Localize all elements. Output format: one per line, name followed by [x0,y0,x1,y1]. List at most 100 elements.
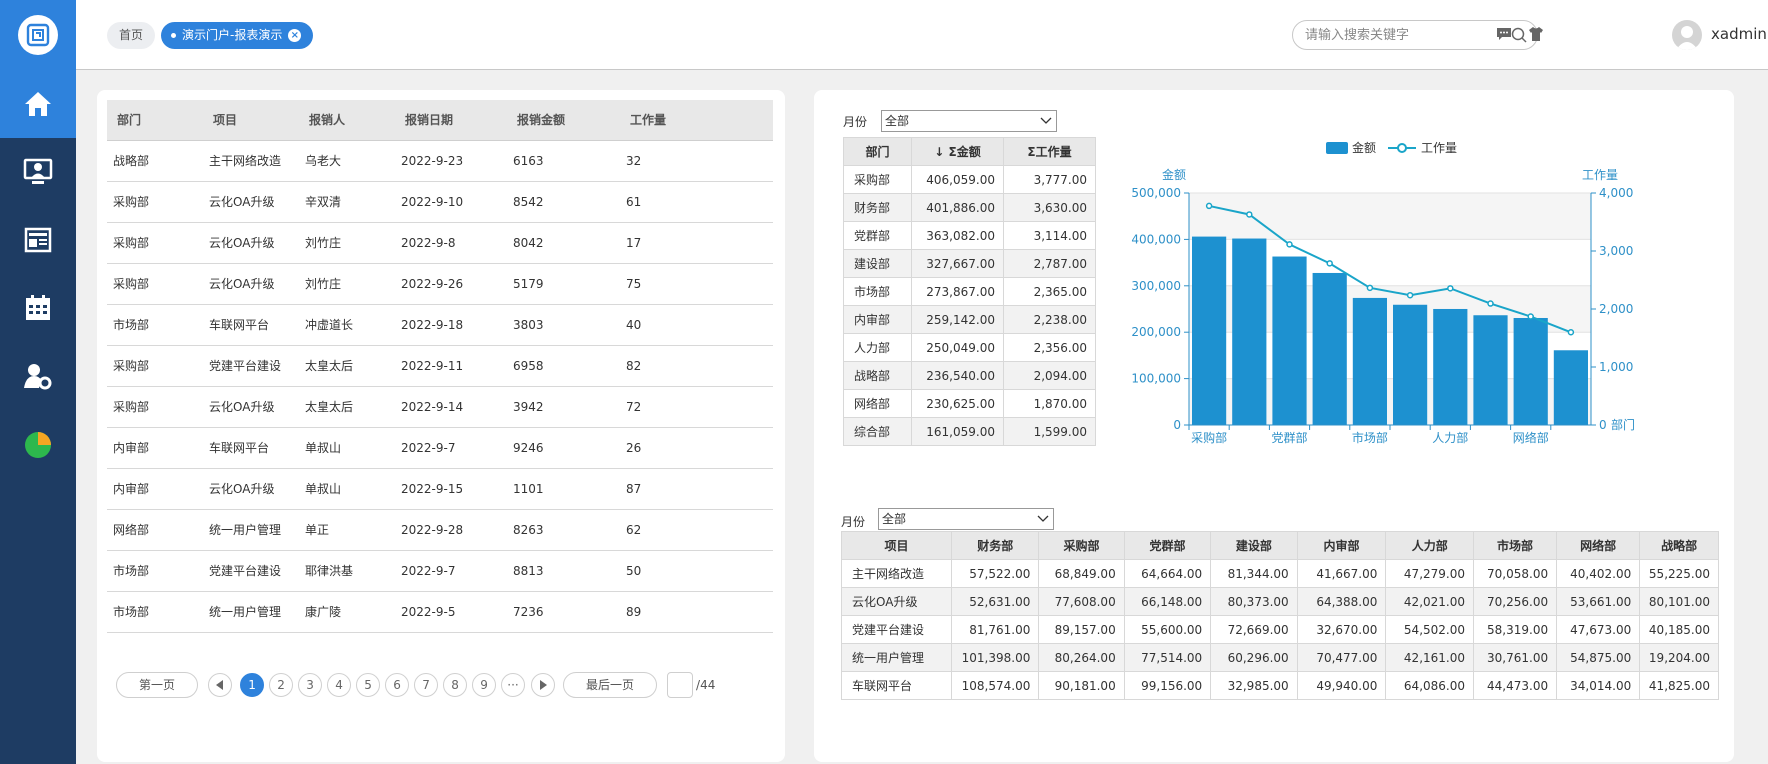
table-cell: 32,985.00 [1210,671,1298,700]
close-icon[interactable]: × [288,29,302,42]
page-number-button[interactable]: 6 [385,673,410,697]
page-number-button[interactable]: 5 [356,673,381,697]
bar [1513,317,1548,425]
message-icon[interactable] [1496,26,1512,42]
table-row[interactable]: 采购部 云化OA升级 刘竹庄 2022-9-8 8042 17 [107,222,773,264]
table-row[interactable]: 市场部 统一用户管理 康广陵 2022-9-5 7236 89 [107,591,773,633]
column-header[interactable]: 报销人 [299,100,395,141]
table-row[interactable]: 建设部 327,667.00 2,787.00 [843,249,1096,278]
table-row[interactable]: 网络部 230,625.00 1,870.00 [843,389,1096,418]
table-row[interactable]: 采购部 党建平台建设 太皇太后 2022-9-11 6958 82 [107,345,773,387]
table-row[interactable]: 市场部 车联网平台 冲虚道长 2022-9-18 3803 40 [107,304,773,346]
search-icon[interactable] [1511,27,1527,43]
shirt-icon[interactable] [1528,26,1544,42]
page-number-input[interactable] [667,672,694,698]
table-cell: 6958 [507,345,620,387]
table-row[interactable]: 主干网络改造 57,522.00 68,849.00 64,664.00 81,344.… [840,559,1719,588]
table-row[interactable]: 车联网平台 108,574.00 90,181.00 99,156.00 32,985.… [840,671,1719,700]
column-header[interactable]: 工作量 [620,100,773,141]
table-cell: 75 [620,263,773,305]
column-header[interactable]: 部门 [107,100,203,141]
page-number-button[interactable]: 1 [240,673,265,697]
page-number-button[interactable]: 2 [269,673,294,697]
table-row[interactable]: 战略部 236,540.00 2,094.00 [843,361,1096,390]
table-cell: 401,886.00 [911,193,1004,222]
prev-page-button[interactable] [208,673,233,697]
table-row[interactable]: 市场部 党建平台建设 耶律洪基 2022-9-7 8813 50 [107,550,773,592]
month-select-2[interactable]: 全部 [878,508,1054,530]
column-header[interactable]: 采购部 [1038,531,1125,560]
table-cell: 采购部 [107,263,203,305]
table-row[interactable]: 党群部 363,082.00 3,114.00 [843,221,1096,250]
column-header[interactable]: ↓ Σ金额 [911,137,1004,166]
last-page-button[interactable]: 最后一页 [563,672,658,698]
first-page-button[interactable]: 第一页 [116,672,199,698]
table-row[interactable]: 市场部 273,867.00 2,365.00 [843,277,1096,306]
page-number-button[interactable]: 8 [443,673,468,697]
table-cell: 党群部 [843,221,912,250]
page-number-button[interactable]: 4 [327,673,352,697]
table-row[interactable]: 云化OA升级 52,631.00 77,608.00 66,148.00 80,373.… [840,587,1719,616]
table-row[interactable]: 战略部 主干网络改造 乌老大 2022-9-23 6163 32 [107,140,773,182]
table-row[interactable]: 综合部 161,059.00 1,599.00 [843,417,1096,446]
table-cell: 47,673.00 [1556,615,1641,644]
column-header[interactable]: 党群部 [1123,531,1212,560]
table-cell: 50 [620,550,773,592]
column-header[interactable]: 部门 [843,137,912,166]
breadcrumb-home[interactable]: 首页 [107,22,156,49]
table-cell: 战略部 [107,140,203,182]
search-input[interactable] [1305,21,1505,49]
user-settings-icon [24,364,52,390]
table-row[interactable]: 统一用户管理 101,398.00 80,264.00 77,514.00 60,296… [840,643,1719,672]
next-page-button[interactable] [531,673,556,697]
column-header[interactable]: 战略部 [1639,531,1719,560]
sidebar-item-pie-chart[interactable] [0,410,76,478]
column-header[interactable]: 人力部 [1385,531,1474,560]
column-header[interactable]: 网络部 [1556,531,1641,560]
column-header[interactable]: 项目 [840,531,953,560]
column-header[interactable]: Σ工作量 [1003,137,1096,166]
sidebar-item-monitor-user[interactable] [0,138,76,206]
page-number-button[interactable]: 3 [298,673,323,697]
table-cell: 8813 [507,550,620,592]
table-row[interactable]: 财务部 401,886.00 3,630.00 [843,193,1096,222]
username[interactable]: xadmin [1711,25,1767,43]
tab-report-demo[interactable]: 演示门户-报表演示 × [161,22,314,49]
sidebar-item-news[interactable] [0,206,76,274]
table-cell: 2022-9-28 [395,509,507,551]
column-header[interactable]: 报销日期 [395,100,507,141]
table-cell: 3,777.00 [1003,165,1096,194]
table-cell: 42,021.00 [1385,587,1474,616]
page-number-button[interactable]: ··· [501,673,526,697]
column-header[interactable]: 建设部 [1210,531,1298,560]
table-cell: 2022-9-14 [395,386,507,428]
table-row[interactable]: 网络部 统一用户管理 单正 2022-9-28 8263 62 [107,509,773,551]
table-row[interactable]: 采购部 406,059.00 3,777.00 [843,165,1096,194]
avatar[interactable] [1672,20,1702,50]
sidebar-item-home[interactable] [0,70,76,138]
column-header[interactable]: 财务部 [951,531,1040,560]
column-header[interactable]: 市场部 [1472,531,1558,560]
table-cell: 2022-9-8 [395,222,507,264]
table-row[interactable]: 党建平台建设 81,761.00 89,157.00 55,600.00 72,669.… [840,615,1719,644]
page-number-button[interactable]: 7 [414,673,439,697]
table-row[interactable]: 内审部 车联网平台 单叔山 2022-9-7 9246 26 [107,427,773,469]
table-row[interactable]: 采购部 云化OA升级 辛双清 2022-9-10 8542 61 [107,181,773,223]
table-row[interactable]: 内审部 259,142.00 2,238.00 [843,305,1096,334]
column-header[interactable]: 内审部 [1296,531,1387,560]
table-row[interactable]: 采购部 云化OA升级 刘竹庄 2022-9-26 5179 75 [107,263,773,305]
table-cell: 刘竹庄 [299,263,395,305]
table-row[interactable]: 人力部 250,049.00 2,356.00 [843,333,1096,362]
page-number-button[interactable]: 9 [472,673,497,697]
table-row[interactable]: 采购部 云化OA升级 太皇太后 2022-9-14 3942 72 [107,386,773,428]
app-logo[interactable] [0,0,76,70]
column-header[interactable]: 报销金额 [507,100,620,141]
x-axis-end-label: 部门 [1611,417,1635,432]
sidebar-item-user-settings[interactable] [0,342,76,410]
table-row[interactable]: 内审部 云化OA升级 单叔山 2022-9-15 1101 87 [107,468,773,510]
table-cell: 2022-9-5 [395,591,507,633]
table-cell: 内审部 [843,305,912,334]
column-header[interactable]: 项目 [203,100,299,141]
sidebar-item-calendar[interactable] [0,274,76,342]
month-select[interactable]: 全部 [881,110,1057,132]
